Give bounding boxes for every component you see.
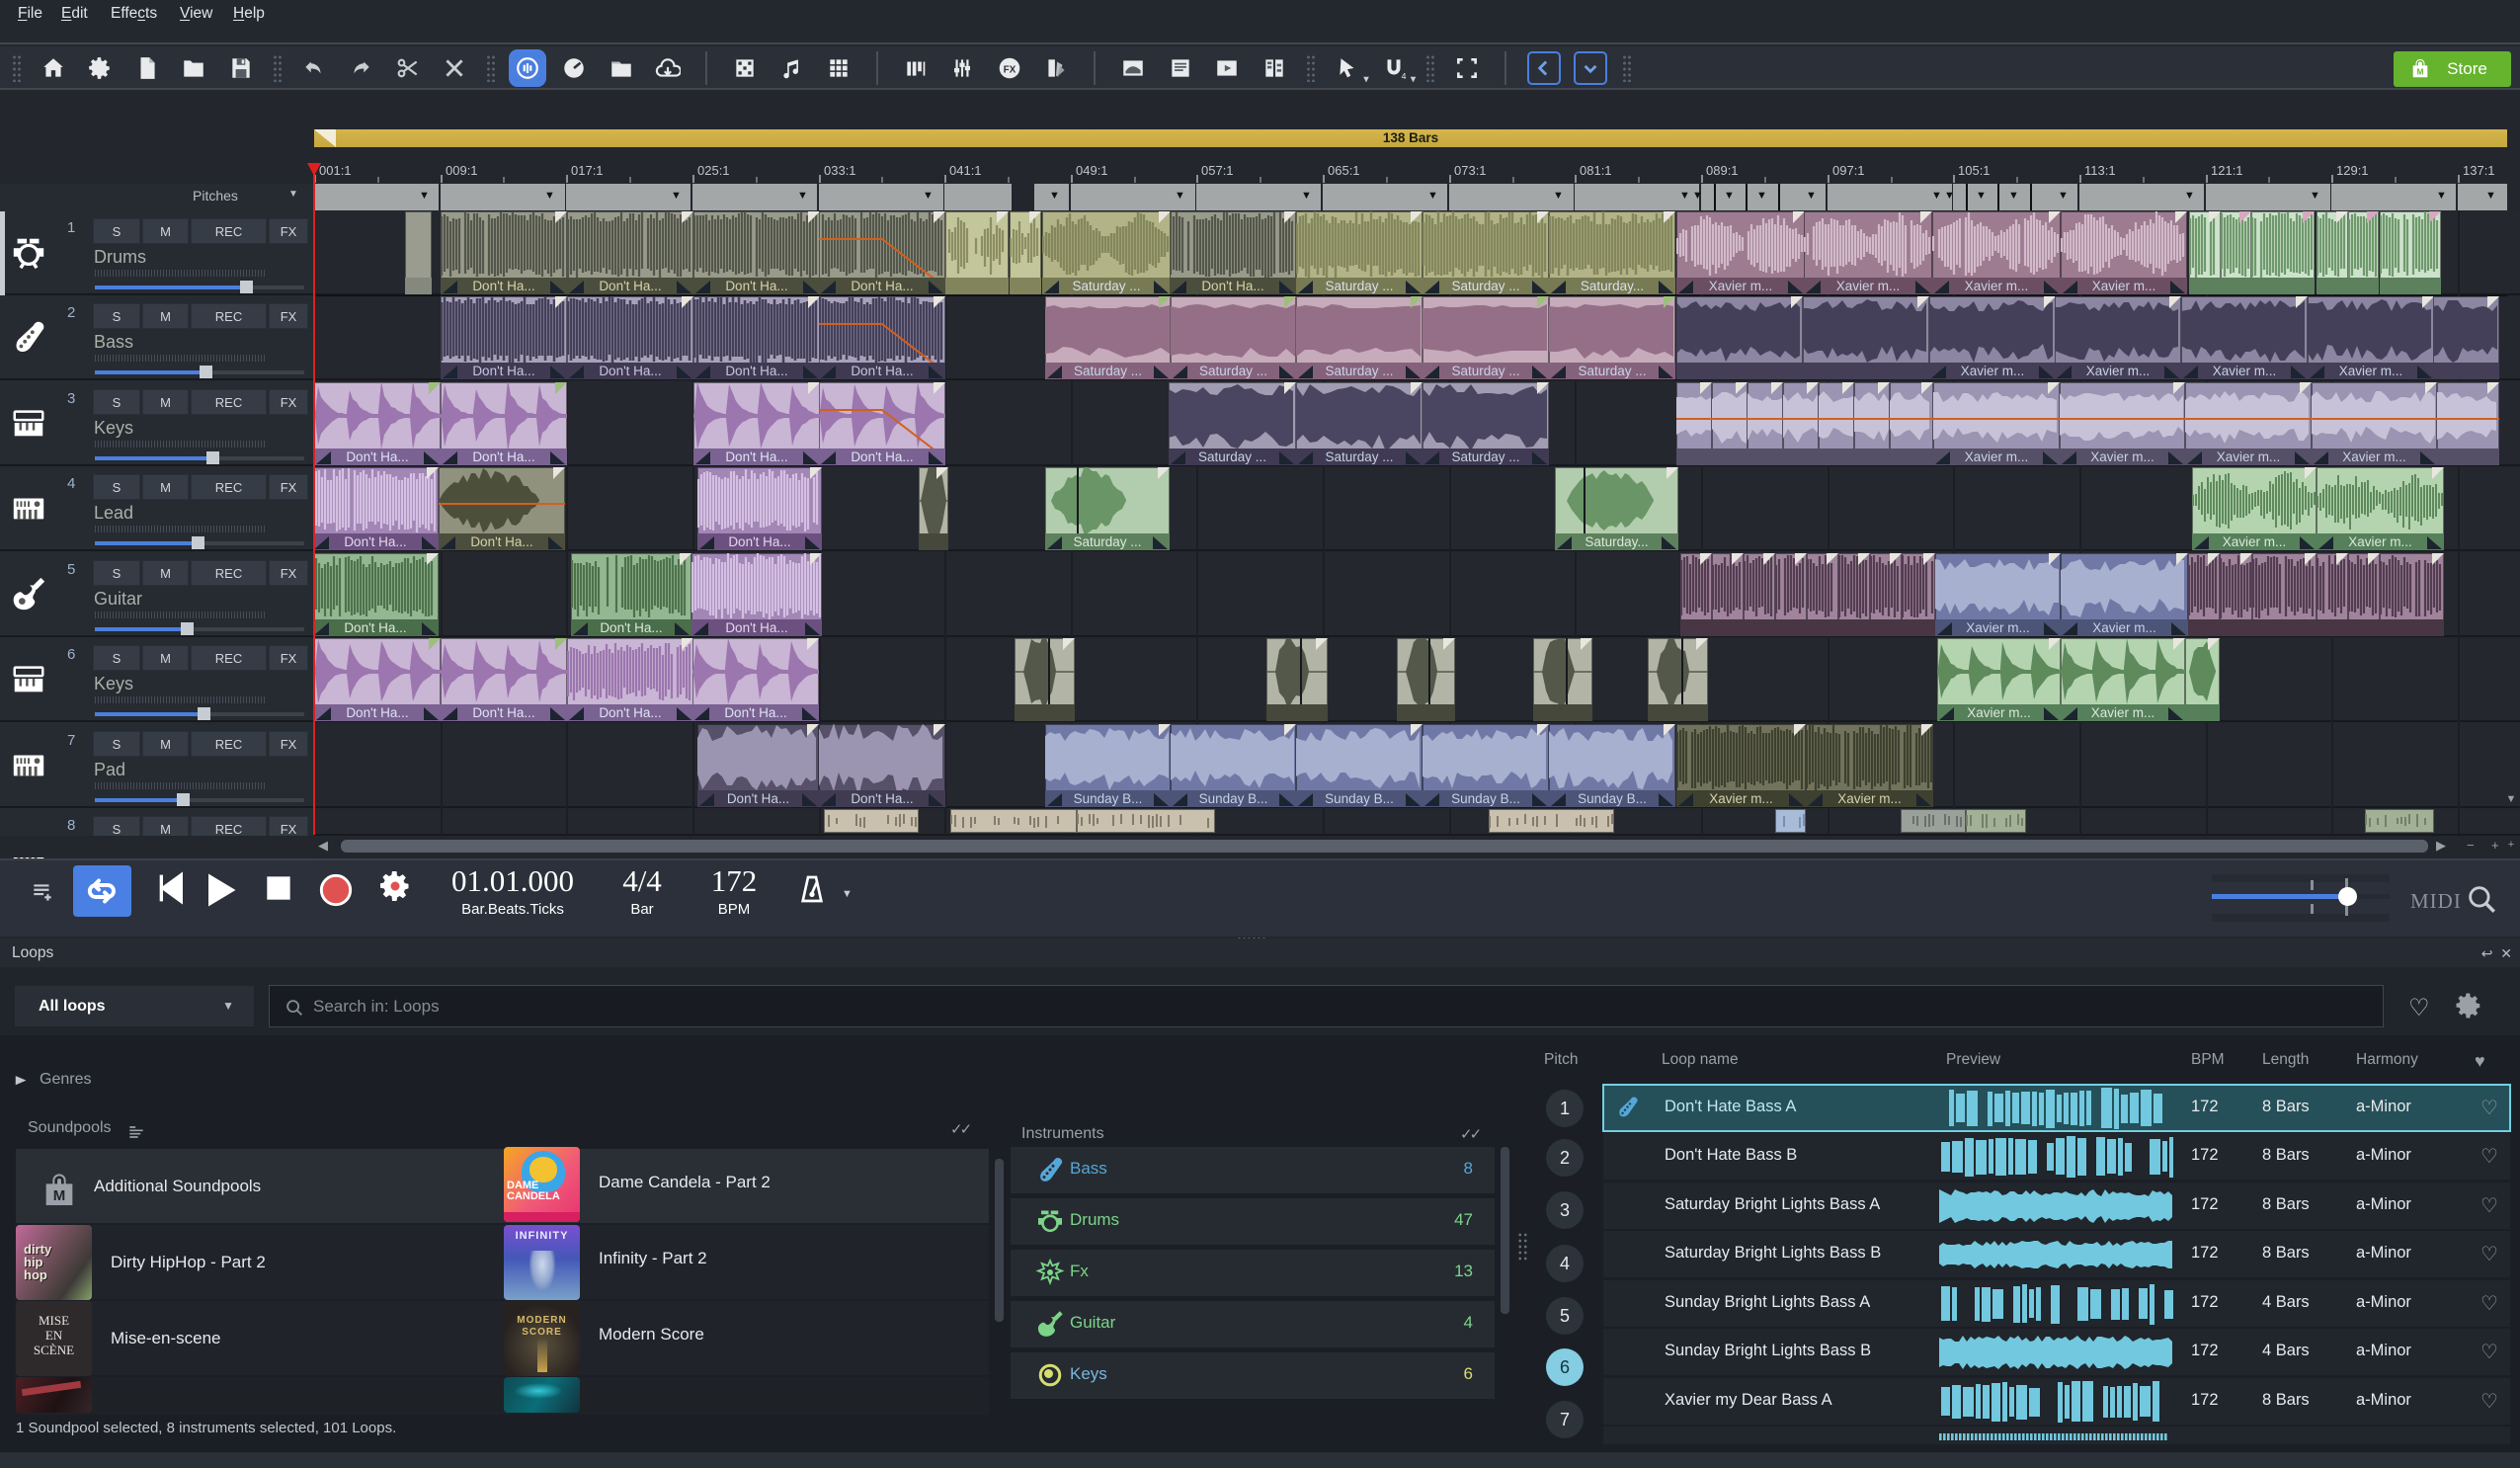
svg-text:FX: FX [1004,64,1016,75]
svg-text:M: M [53,1187,66,1204]
svg-text:M: M [2417,68,2424,77]
svg-text:4: 4 [1402,71,1407,81]
